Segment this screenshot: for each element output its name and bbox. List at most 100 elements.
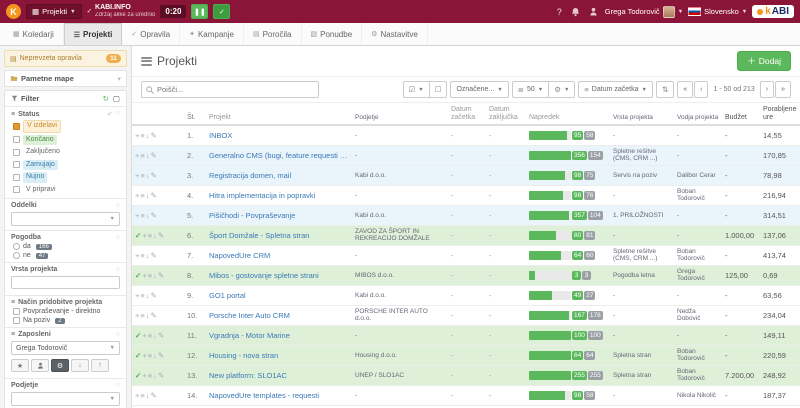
row-edit-icon[interactable]: ✎	[151, 211, 157, 220]
row-download-icon[interactable]: ↓	[153, 351, 157, 360]
row-download-icon[interactable]: ↓	[146, 171, 150, 180]
checkbox-icon[interactable]	[13, 317, 20, 324]
checkbox-icon[interactable]	[13, 123, 20, 130]
company-section-header[interactable]: Podjetje ○	[5, 378, 126, 390]
column-header-bud[interactable]: Budžet	[722, 103, 760, 125]
departments-select[interactable]: ▼	[11, 212, 120, 226]
employees-section-header[interactable]: ≡ Zaposleni ○	[5, 327, 126, 339]
project-link[interactable]: GO1 portal	[209, 291, 349, 300]
row-edit-icon[interactable]: ✎	[151, 191, 157, 200]
row-add-icon[interactable]: +	[135, 191, 139, 200]
radio-icon[interactable]	[13, 252, 20, 259]
tab-ponudbe[interactable]: ▧Ponudbe	[302, 23, 363, 45]
row-edit-icon[interactable]: ✎	[158, 351, 164, 360]
select-all-button[interactable]: ☑▼	[403, 81, 430, 98]
table-row[interactable]: +≡↓✎2.Generalno CMS (bugi, feature reque…	[132, 145, 800, 165]
clear-icon[interactable]: ○	[116, 110, 120, 118]
row-complete-icon[interactable]: ✓	[135, 231, 141, 240]
checkbox-icon[interactable]	[13, 136, 20, 143]
project-link[interactable]: Housing - nova stran	[209, 351, 349, 360]
kabi-logo-icon[interactable]: K	[6, 4, 21, 19]
row-download-icon[interactable]: ↓	[153, 371, 157, 380]
columns-settings-button[interactable]: ⚙▼	[548, 81, 575, 98]
refresh-icon[interactable]: ↻	[103, 94, 109, 103]
row-edit-icon[interactable]: ✎	[158, 271, 164, 280]
row-edit-icon[interactable]: ✎	[158, 371, 164, 380]
next-page-button[interactable]: ›	[760, 81, 774, 98]
row-complete-icon[interactable]: ✓	[135, 271, 141, 280]
row-edit-icon[interactable]: ✎	[158, 231, 164, 240]
prev-page-button[interactable]: ‹	[694, 81, 708, 98]
row-add-icon[interactable]: +	[135, 151, 139, 160]
acquisition-option[interactable]: Na poziv2	[5, 316, 126, 325]
status-filter-nujno[interactable]: Nujno	[5, 171, 126, 184]
table-row[interactable]: ✓+≡↓✎11.Vgradnja - Motor Marine---100100…	[132, 325, 800, 345]
row-add-icon[interactable]: +	[135, 171, 139, 180]
column-header-comp[interactable]: Podjetje	[352, 103, 448, 125]
row-add-icon[interactable]: +	[135, 211, 139, 220]
clear-icon[interactable]: ○	[116, 331, 120, 338]
table-row[interactable]: +≡↓✎4.Hitra implementacija in popravki--…	[132, 185, 800, 205]
row-add-icon[interactable]: +	[135, 291, 139, 300]
row-download-icon[interactable]: ↓	[153, 271, 157, 280]
sort-field-button[interactable]: ≡Datum začetka▼	[578, 81, 653, 98]
contract-option-ne[interactable]: ne47	[5, 251, 126, 260]
row-tasks-icon[interactable]: ≡	[140, 151, 144, 160]
filter-header[interactable]: Filter ↻ ▢	[5, 91, 126, 104]
project-type-input[interactable]	[11, 276, 120, 289]
row-download-icon[interactable]: ↓	[146, 191, 150, 200]
table-row[interactable]: ✓+≡↓✎13.New platform: SLO1ACUNEP / SLO1A…	[132, 365, 800, 385]
column-header-ure[interactable]: Porabljene ure	[760, 103, 800, 125]
project-link[interactable]: Šport Domžale - Spletna stran	[209, 231, 349, 240]
row-add-icon[interactable]: +	[142, 271, 146, 280]
project-link[interactable]: Pišičhodi - Povpraševanje	[209, 211, 349, 220]
status-filter-v-izdelavi[interactable]: V izdelavi	[5, 119, 126, 134]
row-complete-icon[interactable]: ✓	[135, 331, 141, 340]
row-tasks-icon[interactable]: ≡	[140, 251, 144, 260]
row-download-icon[interactable]: ↓	[146, 251, 150, 260]
column-header-start[interactable]: Datum začetka	[448, 103, 486, 125]
sort-down-button[interactable]: ↓	[71, 359, 89, 372]
column-header-proj[interactable]: Projekt	[206, 103, 352, 125]
row-tasks-icon[interactable]: ≡	[148, 331, 152, 340]
project-type-section-header[interactable]: Vrsta projekta ○	[5, 262, 126, 274]
checkbox-icon[interactable]	[13, 149, 20, 156]
row-complete-icon[interactable]: ✓	[135, 371, 141, 380]
acquisition-section-header[interactable]: ≡ Način pridobitve projekta	[5, 295, 126, 307]
row-add-icon[interactable]: +	[142, 371, 146, 380]
checkbox-icon[interactable]	[13, 186, 20, 193]
column-header-end[interactable]: Datum zaključka	[486, 103, 526, 125]
table-row[interactable]: +≡↓✎3.Registracija domen, mailKabi d.o.o…	[132, 165, 800, 185]
column-header-prog[interactable]: Napredek	[526, 103, 610, 125]
search-input[interactable]	[157, 85, 314, 94]
row-download-icon[interactable]: ↓	[146, 211, 150, 220]
column-header-num[interactable]: Št.	[184, 103, 206, 125]
project-link[interactable]: INBOX	[209, 131, 349, 140]
table-row[interactable]: +≡↓✎9.GO1 portalKabi d.o.o.--4927---63,5…	[132, 285, 800, 305]
row-add-icon[interactable]: +	[135, 131, 139, 140]
row-tasks-icon[interactable]: ≡	[148, 351, 152, 360]
row-tasks-icon[interactable]: ≡	[140, 191, 144, 200]
wrench-filter-button[interactable]: ⚙	[51, 359, 69, 372]
last-page-button[interactable]: »	[775, 81, 791, 98]
timer-pause-button[interactable]: ❚❚	[191, 4, 208, 19]
smart-folders-header[interactable]: Pametne mape ▾	[5, 71, 126, 86]
project-link[interactable]: Generalno CMS (bugi, feature requesti et…	[209, 151, 349, 160]
row-edit-icon[interactable]: ✎	[151, 251, 157, 260]
clear-icon[interactable]: ○	[116, 266, 120, 273]
table-row[interactable]: +≡↓✎7.NapovedUre CRM---6460Spletne rešit…	[132, 245, 800, 265]
project-link[interactable]: New platform: SLO1AC	[209, 371, 349, 380]
sort-up-button[interactable]: ↑	[91, 359, 109, 372]
table-row[interactable]: +≡↓✎14.NapovedUre templates - requesti--…	[132, 385, 800, 405]
tab-kampanje[interactable]: ✦Kampanje	[180, 23, 244, 45]
checkbox-icon[interactable]	[13, 161, 20, 168]
acquisition-option[interactable]: Povpraševanje - direktno	[5, 307, 126, 316]
unassigned-tasks-banner[interactable]: ▤ Neprevzeta opravila 11	[4, 50, 127, 67]
project-link[interactable]: Porsche Inter Auto CRM	[209, 311, 349, 320]
row-tasks-icon[interactable]: ≡	[140, 211, 144, 220]
row-edit-icon[interactable]: ✎	[151, 291, 157, 300]
table-row[interactable]: +≡↓✎5.Pišičhodi - PovpraševanjeKabi d.o.…	[132, 205, 800, 225]
row-tasks-icon[interactable]: ≡	[148, 271, 152, 280]
row-download-icon[interactable]: ↓	[146, 151, 150, 160]
row-edit-icon[interactable]: ✎	[151, 391, 157, 400]
